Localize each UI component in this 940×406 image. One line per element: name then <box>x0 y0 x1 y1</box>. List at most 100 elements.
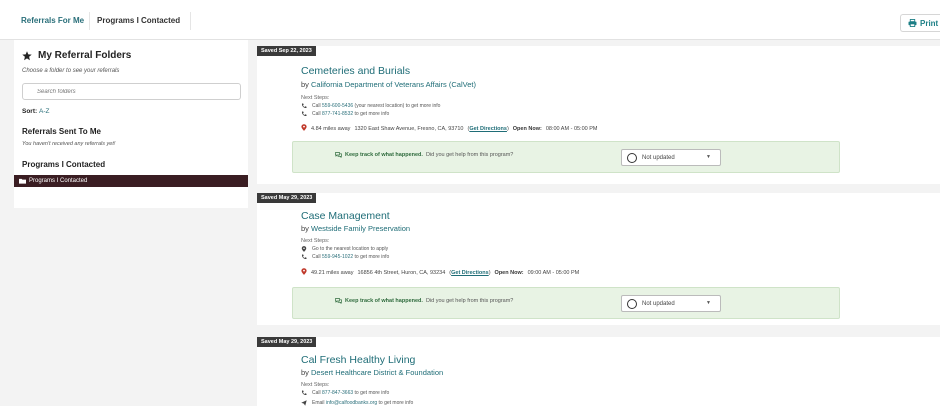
next-step-item: Email info@calfoodbanks.org to get more … <box>301 400 413 406</box>
track-outcome-box: Keep track of what happened. Did you get… <box>292 287 840 319</box>
print-button[interactable]: Print <box>900 14 940 32</box>
chat-bubbles-icon <box>335 298 342 304</box>
folder-hint: Choose a folder to see your referrals <box>22 68 120 74</box>
step-text: Go to the nearest location to apply <box>312 246 389 252</box>
sort-label: Sort: <box>22 108 38 115</box>
next-step-item: Call 559-600-5436 (your nearest location… <box>301 103 440 109</box>
by-label: by <box>301 224 309 233</box>
step-text: (your nearest location) to get more info <box>353 103 441 109</box>
next-step-item: Call 559-945-1022 to get more info <box>301 254 389 260</box>
tab-referrals-for-me[interactable]: Referrals For Me <box>21 16 84 25</box>
phone-link[interactable]: 877-741-8532 <box>322 111 353 117</box>
program-card: Saved May 29, 2023 Cal Fresh Healthy Liv… <box>257 337 940 406</box>
status-value: Not updated <box>642 154 675 161</box>
phone-link[interactable]: 559-945-1022 <box>322 254 353 260</box>
organization-link[interactable]: Westside Family Preservation <box>311 224 410 233</box>
status-circle-icon <box>627 152 637 163</box>
tab-divider <box>190 12 191 30</box>
saved-date-badge: Saved May 29, 2023 <box>257 337 317 347</box>
send-icon <box>301 400 307 406</box>
star-icon <box>22 50 32 60</box>
distance-text: 49.21 miles away <box>311 269 354 276</box>
sort-value[interactable]: A-Z <box>39 108 49 115</box>
track-question: Did you get help from this program? <box>425 298 514 304</box>
map-pin-icon <box>301 268 307 277</box>
folder-item-programs-contacted[interactable]: Programs I Contacted <box>14 175 248 187</box>
by-label: by <box>301 80 309 89</box>
next-step-item: Go to the nearest location to apply <box>301 246 388 252</box>
next-step-item: Call 877-741-8532 to get more info <box>301 111 389 117</box>
referrals-sent-heading: Referrals Sent To Me <box>22 127 101 136</box>
status-value: Not updated <box>642 300 675 307</box>
next-steps-label: Next Steps: <box>301 382 330 388</box>
folder-icon <box>19 178 26 184</box>
organization-link[interactable]: California Department of Veterans Affair… <box>311 80 476 89</box>
step-text: Email <box>312 400 326 406</box>
chevron-down-icon: ▼ <box>706 300 711 306</box>
hours-text: 09:00 AM - 05:00 PM <box>527 269 580 276</box>
step-text: to get more info <box>353 111 390 117</box>
map-pin-icon <box>301 124 307 133</box>
track-heading: Keep track of what happened. <box>345 298 423 304</box>
outcome-status-select[interactable]: Not updated ▼ <box>621 149 721 166</box>
program-card: Saved Sep 22, 2023 Cemeteries and Burial… <box>257 46 940 184</box>
printer-icon <box>908 19 917 27</box>
track-outcome-prompt: Keep track of what happened. Did you get… <box>335 152 513 158</box>
phone-icon <box>301 103 307 109</box>
email-link[interactable]: info@calfoodbanks.org <box>326 400 377 406</box>
program-title-link[interactable]: Cal Fresh Healthy Living <box>301 354 415 366</box>
phone-icon <box>301 390 307 396</box>
step-text: Call <box>312 103 323 109</box>
phone-link[interactable]: 877-847-3663 <box>322 390 353 396</box>
tab-programs-contacted[interactable]: Programs I Contacted <box>97 16 180 25</box>
status-circle-icon <box>627 298 637 309</box>
step-text: Call <box>312 254 323 260</box>
get-directions-link[interactable]: Get Directions <box>451 270 489 276</box>
open-now-label: Open Now: <box>494 269 524 276</box>
by-label: by <box>301 368 309 377</box>
saved-date-badge: Saved Sep 22, 2023 <box>257 46 316 56</box>
address-text: 1320 East Shaw Avenue, Fresno, CA, 93710 <box>354 125 464 132</box>
organization-link[interactable]: Desert Healthcare District & Foundation <box>311 368 443 377</box>
program-title-link[interactable]: Cemeteries and Burials <box>301 65 410 77</box>
chevron-down-icon: ▼ <box>706 154 711 160</box>
step-text: Call <box>312 111 323 117</box>
next-step-item: Call 877-847-3663 to get more info <box>301 390 389 396</box>
step-text: to get more info <box>377 400 414 406</box>
program-organization: by Desert Healthcare District & Foundati… <box>301 368 443 377</box>
outcome-status-select[interactable]: Not updated ▼ <box>621 295 721 312</box>
search-folders-input[interactable] <box>22 83 241 100</box>
track-question: Did you get help from this program? <box>425 152 514 158</box>
step-text: to get more info <box>353 390 390 396</box>
map-pin-icon <box>301 246 307 252</box>
tab-divider <box>89 12 90 30</box>
next-steps-label: Next Steps: <box>301 238 330 244</box>
track-outcome-prompt: Keep track of what happened. Did you get… <box>335 298 513 304</box>
print-label: Print <box>920 18 939 28</box>
step-text: Call <box>312 390 323 396</box>
location-row: 4.84 miles away 1320 East Shaw Avenue, F… <box>301 124 597 133</box>
panel-heading: My Referral Folders <box>22 50 131 61</box>
phone-link[interactable]: 559-600-5436 <box>322 103 353 109</box>
folder-label: Programs I Contacted <box>29 178 88 184</box>
program-title-link[interactable]: Case Management <box>301 210 390 222</box>
chat-bubbles-icon <box>335 152 342 158</box>
phone-icon <box>301 111 307 117</box>
program-organization: by Westside Family Preservation <box>301 224 410 233</box>
open-now-label: Open Now: <box>512 125 542 132</box>
saved-date-badge: Saved May 29, 2023 <box>257 193 317 203</box>
program-card: Saved May 29, 2023 Case Management by We… <box>257 193 940 325</box>
top-tab-bar: Referrals For Me Programs I Contacted Pr… <box>0 0 940 40</box>
location-row: 49.21 miles away 16856 4th Street, Huron… <box>301 268 579 277</box>
track-outcome-box: Keep track of what happened. Did you get… <box>292 141 840 173</box>
hours-text: 08:00 AM - 05:00 PM <box>545 125 598 132</box>
address-text: 16856 4th Street, Huron, CA, 93234 <box>357 269 446 276</box>
programs-contacted-heading: Programs I Contacted <box>22 160 106 169</box>
sort-control[interactable]: Sort: A-Z <box>22 108 49 115</box>
step-text: to get more info <box>353 254 390 260</box>
get-directions-link[interactable]: Get Directions <box>469 126 507 132</box>
no-referrals-message: You haven't received any referrals yet! <box>22 141 116 147</box>
phone-icon <box>301 254 307 260</box>
program-organization: by California Department of Veterans Aff… <box>301 80 476 89</box>
next-steps-label: Next Steps: <box>301 95 330 101</box>
